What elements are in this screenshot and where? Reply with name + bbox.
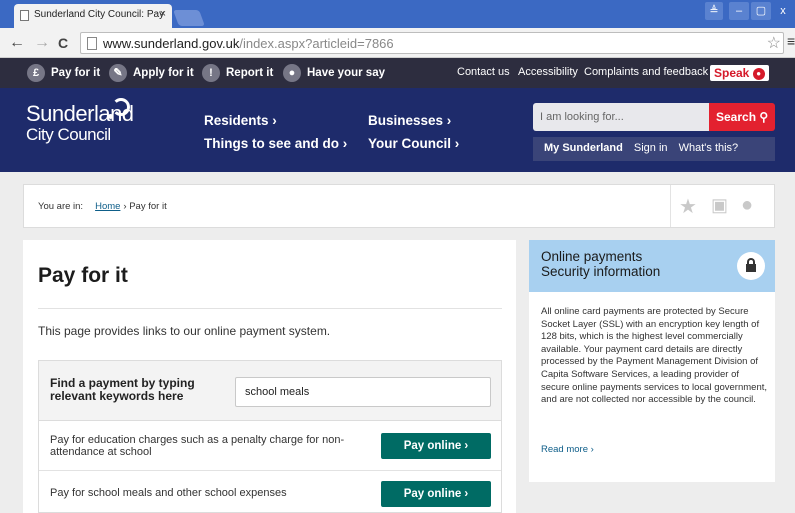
search-icon: ⚲ (759, 110, 769, 124)
breadcrumb-prefix: You are in: (38, 201, 84, 212)
page-tools: ★ ▣ ● (670, 185, 776, 227)
lock-body (746, 264, 756, 272)
favourite-star-icon[interactable]: ★ (679, 194, 697, 219)
breadcrumb: You are in: Home › Pay for it (38, 201, 167, 212)
user-icon[interactable]: ≜ (705, 2, 723, 20)
security-info-header: Online payments Security information (529, 240, 775, 292)
my-sunderland-link[interactable]: My Sunderland (544, 142, 623, 154)
security-info-text: All online card payments are protected b… (541, 306, 768, 406)
breadcrumb-bar: You are in: Home › Pay for it ★ ▣ ● (23, 184, 775, 228)
payment-row: Pay for education charges such as a pena… (39, 421, 501, 471)
site-search: I am looking for... Search ⚲ (533, 103, 775, 131)
main-content: Pay for it This page provides links to o… (23, 240, 516, 513)
bookmark-star-icon[interactable]: ☆ (767, 33, 781, 53)
back-icon[interactable]: ← (9, 33, 25, 53)
my-sunderland-bar: My Sunderland Sign in What's this? (533, 137, 775, 161)
find-payment-label: Find a payment by typing relevant keywor… (50, 376, 195, 403)
speak-button[interactable]: Speak ● (710, 65, 769, 81)
nav-your-council[interactable]: Your Council › (368, 136, 459, 151)
contact-us-link[interactable]: Contact us (457, 66, 510, 78)
report-it-link[interactable]: ! Report it (202, 64, 273, 82)
accessibility-link[interactable]: Accessibility (518, 66, 578, 78)
find-payment-input[interactable]: school meals (235, 377, 491, 407)
logo-dot (108, 114, 113, 119)
pay-online-button[interactable]: Pay online › (381, 481, 491, 507)
intro-text: This page provides links to our online p… (38, 324, 331, 338)
util-label: Report it (226, 67, 274, 79)
whats-this-link[interactable]: What's this? (679, 142, 739, 154)
find-payment-row: Find a payment by typing relevant keywor… (39, 361, 501, 421)
pound-icon: £ (27, 64, 45, 82)
new-tab-button[interactable] (173, 10, 205, 26)
close-window-button[interactable]: x (773, 2, 793, 20)
page-icon (87, 37, 97, 50)
close-tab-icon[interactable]: × (160, 8, 166, 20)
payment-description: Pay for school meals and other school ex… (50, 487, 287, 499)
nav-things-to-do[interactable]: Things to see and do › (204, 136, 347, 151)
speech-bubble-icon: ● (283, 64, 301, 82)
address-bar[interactable]: www.sunderland.gov.uk/index.aspx?article… (80, 32, 784, 54)
search-label: Search (716, 110, 757, 124)
council-logo[interactable]: Sunderland City Council (26, 98, 134, 144)
logo-line2: City Council (26, 125, 111, 144)
sign-in-link[interactable]: Sign in (634, 142, 668, 154)
tab-title: Sunderland City Council: Pay (34, 9, 165, 20)
comment-icon[interactable]: ● (741, 194, 753, 217)
search-button[interactable]: Search ⚲ (709, 103, 775, 131)
security-title-line2: Security information (541, 264, 661, 279)
divider (38, 308, 502, 309)
security-info-panel: Online payments Security information All… (529, 240, 775, 482)
url-text: www.sunderland.gov.uk/index.aspx?article… (103, 36, 394, 51)
url-host: www.sunderland.gov.uk (103, 36, 240, 51)
pencil-icon: ✎ (109, 64, 127, 82)
nav-residents[interactable]: Residents › (204, 113, 277, 128)
util-label: Pay for it (51, 67, 101, 79)
pay-for-it-link[interactable]: £ Pay for it (27, 64, 100, 82)
page-icon (20, 10, 29, 21)
payment-description: Pay for education charges such as a pena… (50, 434, 345, 458)
security-title-line1: Online payments (541, 249, 643, 264)
util-label: Apply for it (133, 67, 194, 79)
logo-mark-icon (112, 98, 130, 116)
browser-tab-strip: Sunderland City Council: Pay × ≜ – ▢ x (0, 0, 795, 28)
util-label: Have your say (307, 67, 385, 79)
speak-label: Speak (714, 66, 750, 80)
breadcrumb-home-link[interactable]: Home (95, 201, 120, 212)
maximize-button[interactable]: ▢ (751, 2, 771, 20)
lock-icon (737, 252, 765, 280)
search-input[interactable]: I am looking for... (533, 103, 709, 131)
reload-icon[interactable]: C (58, 33, 68, 53)
forward-icon[interactable]: → (34, 33, 50, 53)
minimize-button[interactable]: – (729, 2, 749, 20)
complaints-link[interactable]: Complaints and feedback (584, 66, 708, 78)
have-your-say-link[interactable]: ● Have your say (283, 64, 385, 82)
security-info-title: Online payments Security information (541, 249, 660, 279)
browser-toolbar: ← → C www.sunderland.gov.uk/index.aspx?a… (0, 28, 795, 58)
exclamation-icon: ! (202, 64, 220, 82)
payment-table: Find a payment by typing relevant keywor… (38, 360, 502, 513)
utility-bar: £ Pay for it ✎ Apply for it ! Report it … (0, 58, 795, 88)
breadcrumb-current: › Pay for it (123, 201, 167, 212)
payment-row: Pay for school meals and other school ex… (39, 471, 501, 513)
page-title: Pay for it (38, 264, 128, 287)
speech-icon: ● (752, 68, 765, 80)
print-icon[interactable]: ▣ (711, 195, 728, 216)
pay-online-button[interactable]: Pay online › (381, 433, 491, 459)
browser-tab[interactable]: Sunderland City Council: Pay × (14, 4, 172, 28)
browser-menu-icon[interactable]: ≡ (787, 33, 795, 49)
nav-businesses[interactable]: Businesses › (368, 113, 451, 128)
apply-for-it-link[interactable]: ✎ Apply for it (109, 64, 194, 82)
read-more-link[interactable]: Read more › (541, 444, 594, 455)
url-path: /index.aspx?articleid=7866 (239, 36, 394, 51)
